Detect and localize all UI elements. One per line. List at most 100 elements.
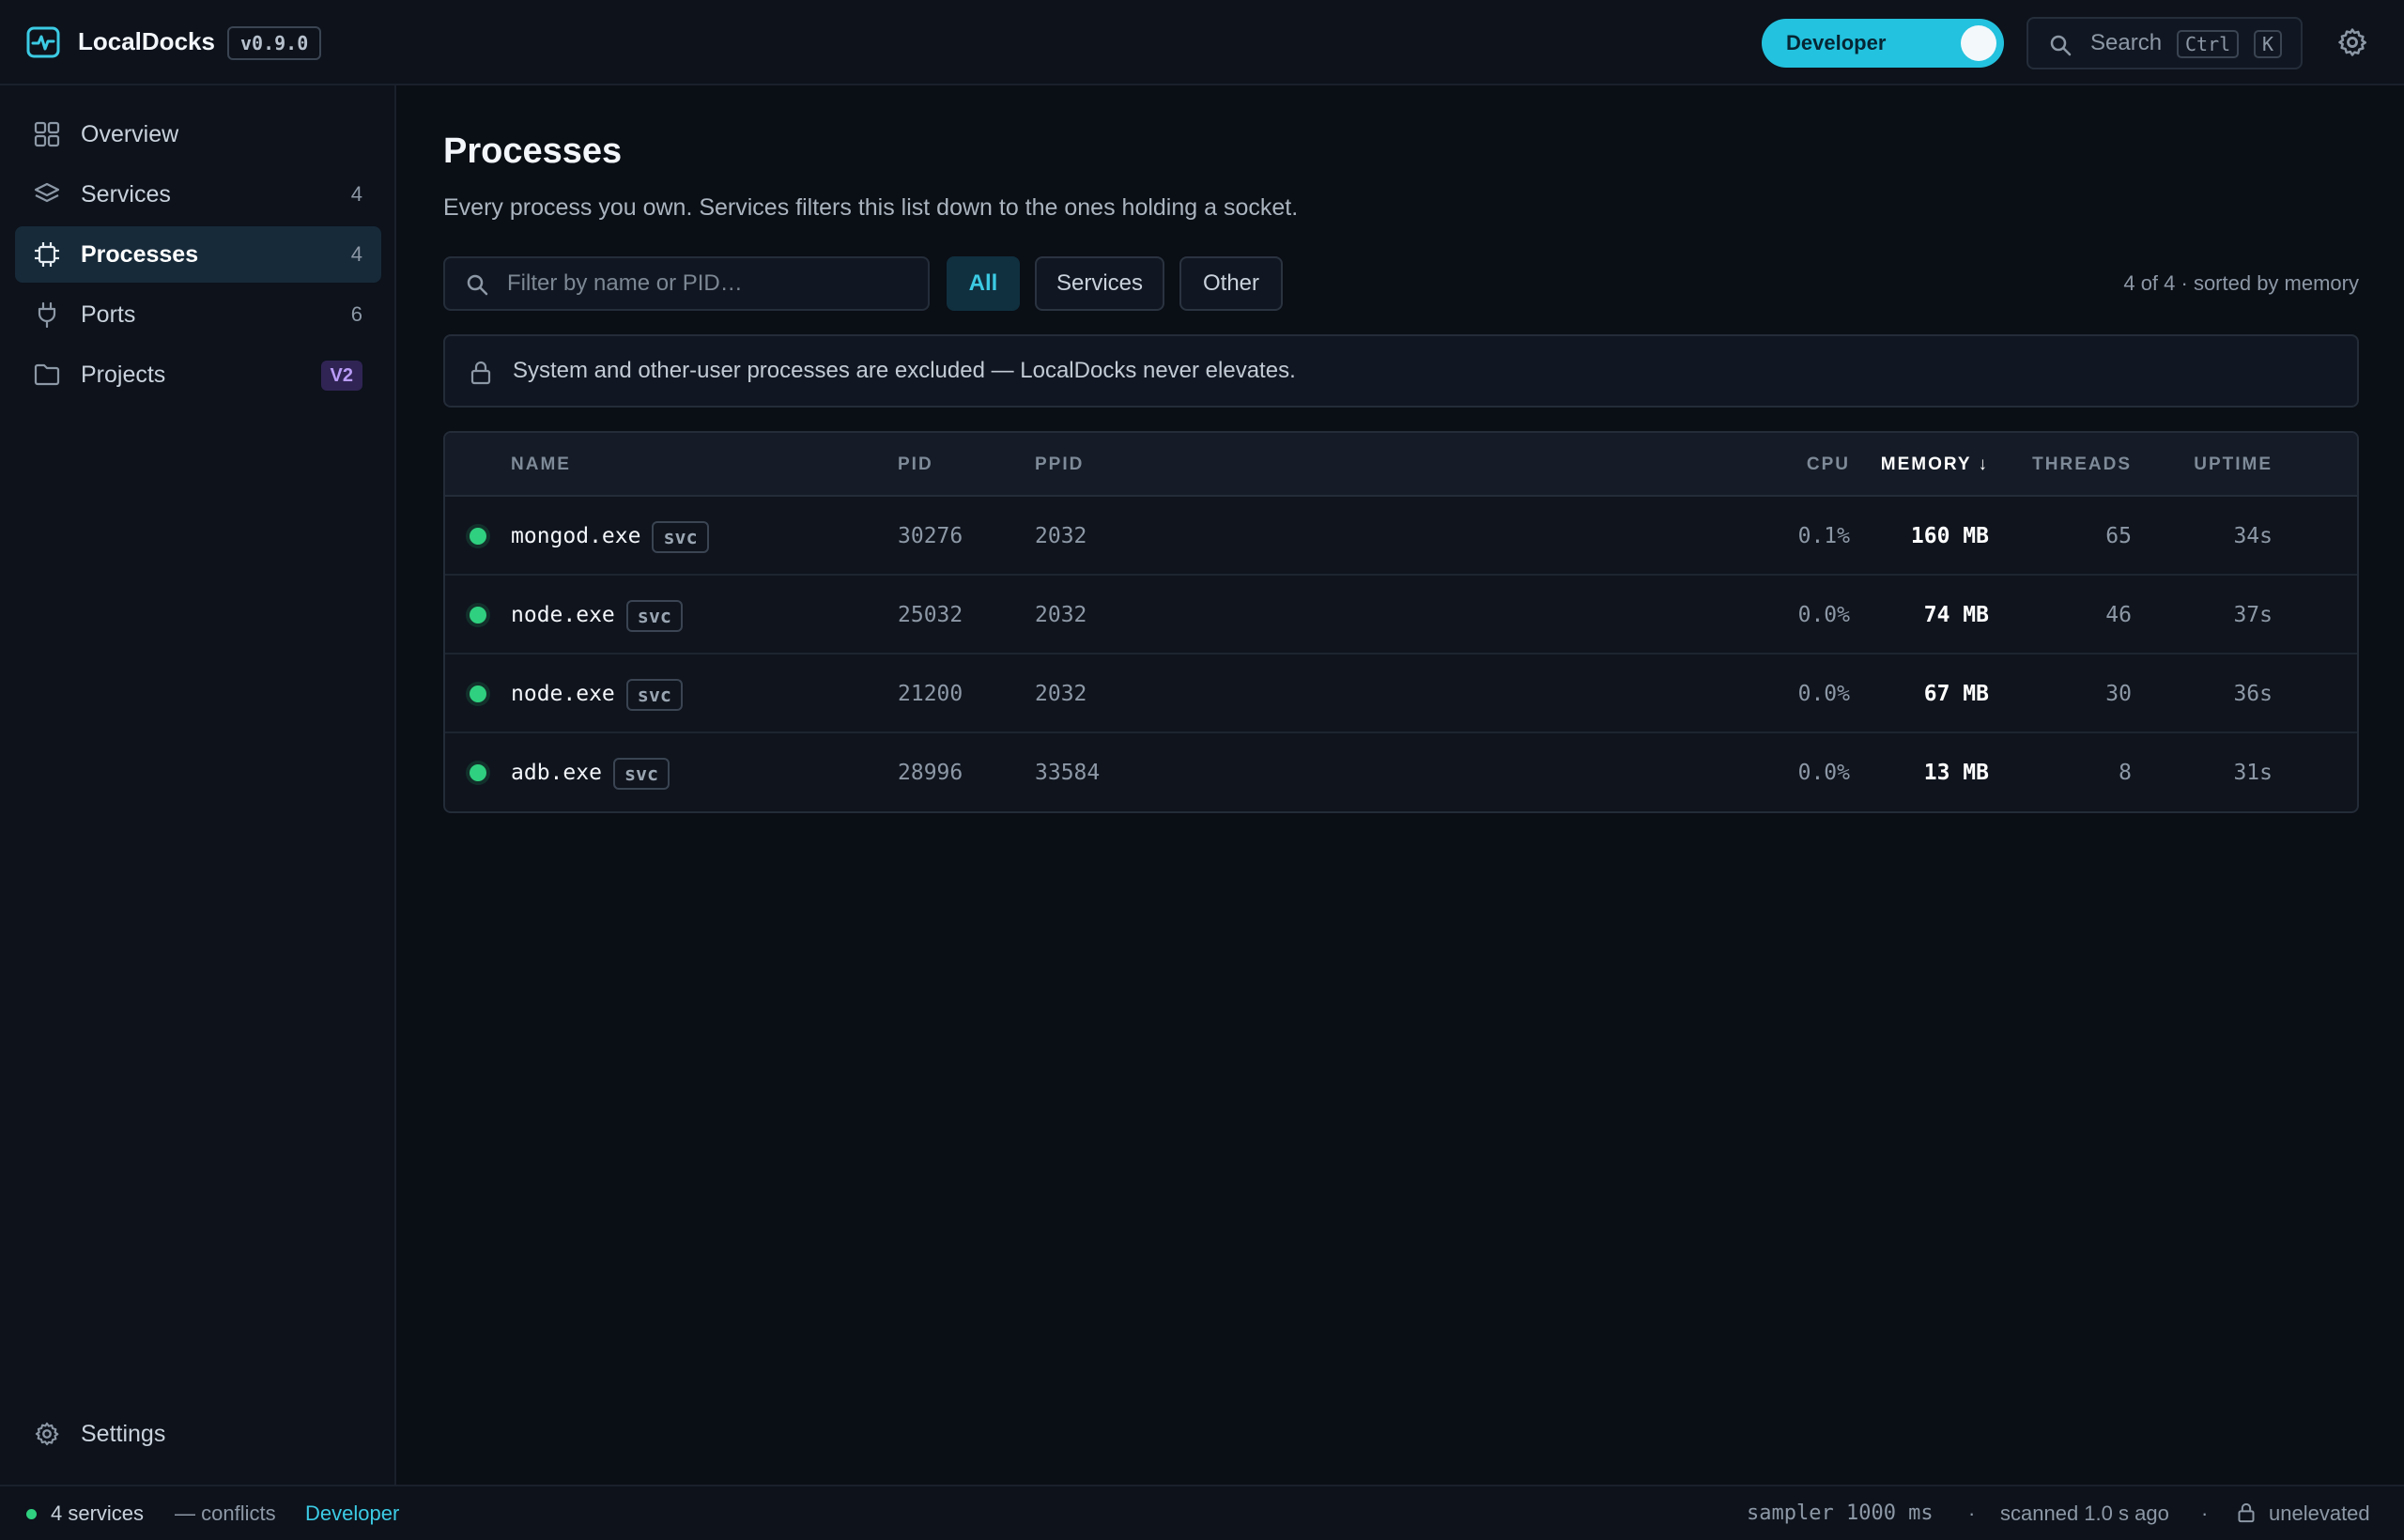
uptime-cell: 31s <box>2233 761 2273 785</box>
uptime-cell: 34s <box>2233 524 2273 548</box>
elevation-status: unelevated <box>2269 1502 2370 1525</box>
running-status-dot <box>470 528 486 545</box>
process-name-cell: adb.exe svc <box>511 733 670 811</box>
gear-icon <box>35 1422 59 1446</box>
pid-cell: 21200 <box>898 682 963 706</box>
search-icon <box>467 274 488 296</box>
memory-cell: 160 MB <box>1910 524 1989 548</box>
pid-cell: 25032 <box>898 603 963 627</box>
privilege-notice: System and other-user processes are excl… <box>443 334 2359 408</box>
v2-badge: V2 <box>320 361 362 391</box>
sidebar-item-ports[interactable]: Ports 6 <box>15 286 381 343</box>
threads-cell: 30 <box>2105 682 2132 706</box>
sidebar-item-processes[interactable]: Processes 4 <box>15 226 381 283</box>
column-header-threads[interactable]: THREADS <box>2032 433 2132 497</box>
process-name-cell: mongod.exe svc <box>511 497 709 576</box>
service-tag: svc <box>625 678 683 711</box>
table-row[interactable]: node.exe svc 25032 2032 0.0% 74 MB 46 37s <box>445 576 2357 654</box>
sidebar-item-settings[interactable]: Settings <box>15 1406 381 1462</box>
column-header-memory[interactable]: MEMORY ↓ <box>1881 433 1989 497</box>
column-header-cpu[interactable]: CPU <box>1807 433 1850 497</box>
shortcut-key-ctrl: Ctrl <box>2177 30 2240 58</box>
column-header-uptime[interactable]: UPTIME <box>2194 433 2273 497</box>
separator: · <box>1968 1502 1976 1525</box>
sidebar-item-overview[interactable]: Overview <box>15 106 381 162</box>
mode-status[interactable]: Developer <box>305 1486 399 1540</box>
page-title: Processes <box>443 131 623 171</box>
uptime-cell: 36s <box>2233 682 2273 706</box>
developer-mode-label: Developer <box>1786 31 1887 54</box>
running-status-dot <box>470 685 486 702</box>
service-tag: svc <box>652 520 709 553</box>
running-status-dot <box>470 607 486 624</box>
cpu-cell: 0.0% <box>1797 761 1850 785</box>
memory-cell: 13 MB <box>1923 761 1989 785</box>
separator: · <box>2201 1502 2209 1525</box>
notice-text: System and other-user processes are excl… <box>513 358 1296 383</box>
shortcut-key-k: K <box>2254 30 2283 58</box>
sidebar-item-services[interactable]: Services 4 <box>15 166 381 223</box>
toggle-knob <box>1961 25 1996 61</box>
process-name: mongod.exe <box>511 524 641 548</box>
sidebar: Overview Services 4 Processes 4 Ports 6 … <box>0 85 396 1485</box>
memory-cell: 74 MB <box>1923 603 1989 627</box>
sidebar-item-label: Overview <box>81 121 179 147</box>
lock-icon <box>470 361 491 385</box>
process-name: node.exe <box>511 603 615 627</box>
service-tag: svc <box>625 599 683 632</box>
filter-chip-other[interactable]: Other <box>1179 256 1283 311</box>
ppid-cell: 2032 <box>1035 603 1087 627</box>
process-name: node.exe <box>511 682 615 706</box>
services-count-status[interactable]: 4 services <box>51 1486 144 1540</box>
grid-icon <box>34 121 60 147</box>
layers-icon <box>34 182 60 203</box>
memory-cell: 67 MB <box>1923 682 1989 706</box>
filter-chip-services[interactable]: Services <box>1035 256 1164 311</box>
column-header-ppid[interactable]: PPID <box>1035 433 1084 497</box>
page-subtitle: Every process you own. Services filters … <box>443 194 1299 221</box>
process-table: NAME PID PPID CPU MEMORY ↓ THREADS UPTIM… <box>443 431 2359 813</box>
gear-icon[interactable] <box>2336 26 2368 58</box>
table-row[interactable]: adb.exe svc 28996 33584 0.0% 13 MB 8 31s <box>445 733 2357 811</box>
process-name-cell: node.exe svc <box>511 576 683 654</box>
sidebar-item-count: 4 <box>350 182 362 206</box>
threads-cell: 65 <box>2105 524 2132 548</box>
search-button[interactable]: Search Ctrl K <box>2026 17 2303 69</box>
sampler-status: sampler 1000 ms <box>1747 1502 1934 1525</box>
threads-cell: 8 <box>2119 761 2132 785</box>
search-label: Search <box>2090 30 2163 55</box>
sidebar-item-label: Ports <box>81 301 136 328</box>
developer-mode-toggle[interactable]: Developer <box>1762 19 2004 68</box>
version-badge: v0.9.0 <box>227 26 322 60</box>
filter-field[interactable] <box>443 256 930 311</box>
uptime-cell: 37s <box>2233 603 2273 627</box>
folder-icon <box>34 363 60 386</box>
filter-chip-all[interactable]: All <box>947 256 1020 311</box>
search-icon <box>2050 35 2072 56</box>
process-name-cell: node.exe svc <box>511 654 683 733</box>
scanned-status: scanned 1.0 s ago <box>2000 1502 2169 1525</box>
cpu-cell: 0.0% <box>1797 682 1850 706</box>
pid-cell: 28996 <box>898 761 963 785</box>
column-header-pid[interactable]: PID <box>898 433 933 497</box>
table-header: NAME PID PPID CPU MEMORY ↓ THREADS UPTIM… <box>445 433 2357 497</box>
sidebar-item-projects[interactable]: Projects V2 <box>15 346 381 403</box>
process-name: adb.exe <box>511 761 602 785</box>
plug-icon <box>38 301 56 328</box>
top-bar: LocalDocks v0.9.0 Developer Search Ctrl … <box>0 0 2404 85</box>
cpu-cell: 0.1% <box>1797 524 1850 548</box>
result-summary: 4 of 4 · sorted by memory <box>2123 271 2359 295</box>
filter-input[interactable] <box>507 258 911 309</box>
settings-label: Settings <box>81 1421 166 1447</box>
sidebar-item-count: 4 <box>350 242 362 266</box>
ppid-cell: 2032 <box>1035 682 1087 706</box>
column-header-name[interactable]: NAME <box>511 433 571 497</box>
table-row[interactable]: mongod.exe svc 30276 2032 0.1% 160 MB 65 … <box>445 497 2357 576</box>
cpu-icon <box>35 242 59 267</box>
sidebar-item-label: Processes <box>81 241 199 268</box>
conflicts-status[interactable]: — conflicts <box>175 1486 276 1540</box>
threads-cell: 46 <box>2105 603 2132 627</box>
lock-icon <box>2238 1502 2255 1523</box>
pid-cell: 30276 <box>898 524 963 548</box>
table-row[interactable]: node.exe svc 21200 2032 0.0% 67 MB 30 36s <box>445 654 2357 733</box>
